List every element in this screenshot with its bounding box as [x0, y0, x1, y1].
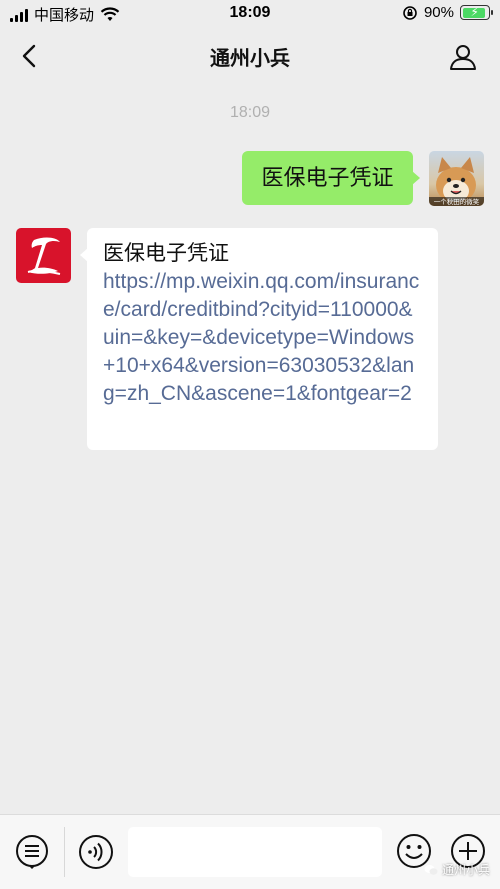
watermark: 通州小兵 [424, 861, 490, 878]
watermark-text: 通州小兵 [441, 863, 490, 877]
user-avatar[interactable]: 一个秋田的微笑 [429, 151, 484, 206]
rotation-lock-icon [403, 5, 417, 20]
input-toolbar: 通州小兵 [0, 814, 500, 889]
message-timestamp: 18:09 [229, 104, 271, 121]
battery-percent: 90% [423, 4, 454, 21]
script-l-logo-icon [27, 237, 61, 275]
status-bar: 中国移动 18:09 90% ⚡ [0, 0, 500, 28]
incoming-message-bubble[interactable]: 医保电子凭证 https://mp.weixin.qq.com/insuranc… [80, 228, 438, 450]
message-input[interactable] [128, 827, 382, 877]
battery-icon: ⚡ [460, 5, 493, 20]
outgoing-message-bubble[interactable]: 医保电子凭证 [242, 151, 420, 205]
outgoing-message-text: 医保电子凭证 [261, 165, 394, 190]
chat-title: 通州小兵 [210, 48, 290, 70]
contact-avatar[interactable] [16, 228, 71, 283]
voice-icon[interactable] [78, 834, 114, 870]
list-menu-icon[interactable] [14, 833, 50, 869]
avatar-caption: 一个秋田的微笑 [434, 197, 480, 206]
nav-bar: 通州小兵 [0, 28, 500, 84]
toolbar-divider [64, 827, 65, 877]
wechat-logo-icon [424, 864, 438, 875]
incoming-message-title: 医保电子凭证 [103, 242, 229, 265]
incoming-message-link[interactable]: https://mp.weixin.qq.com/insurance/card/… [103, 268, 422, 408]
status-right: 90% ⚡ [402, 4, 493, 21]
shiba-dog-avatar-image: 一个秋田的微笑 [429, 157, 484, 206]
person-icon[interactable] [448, 42, 478, 72]
